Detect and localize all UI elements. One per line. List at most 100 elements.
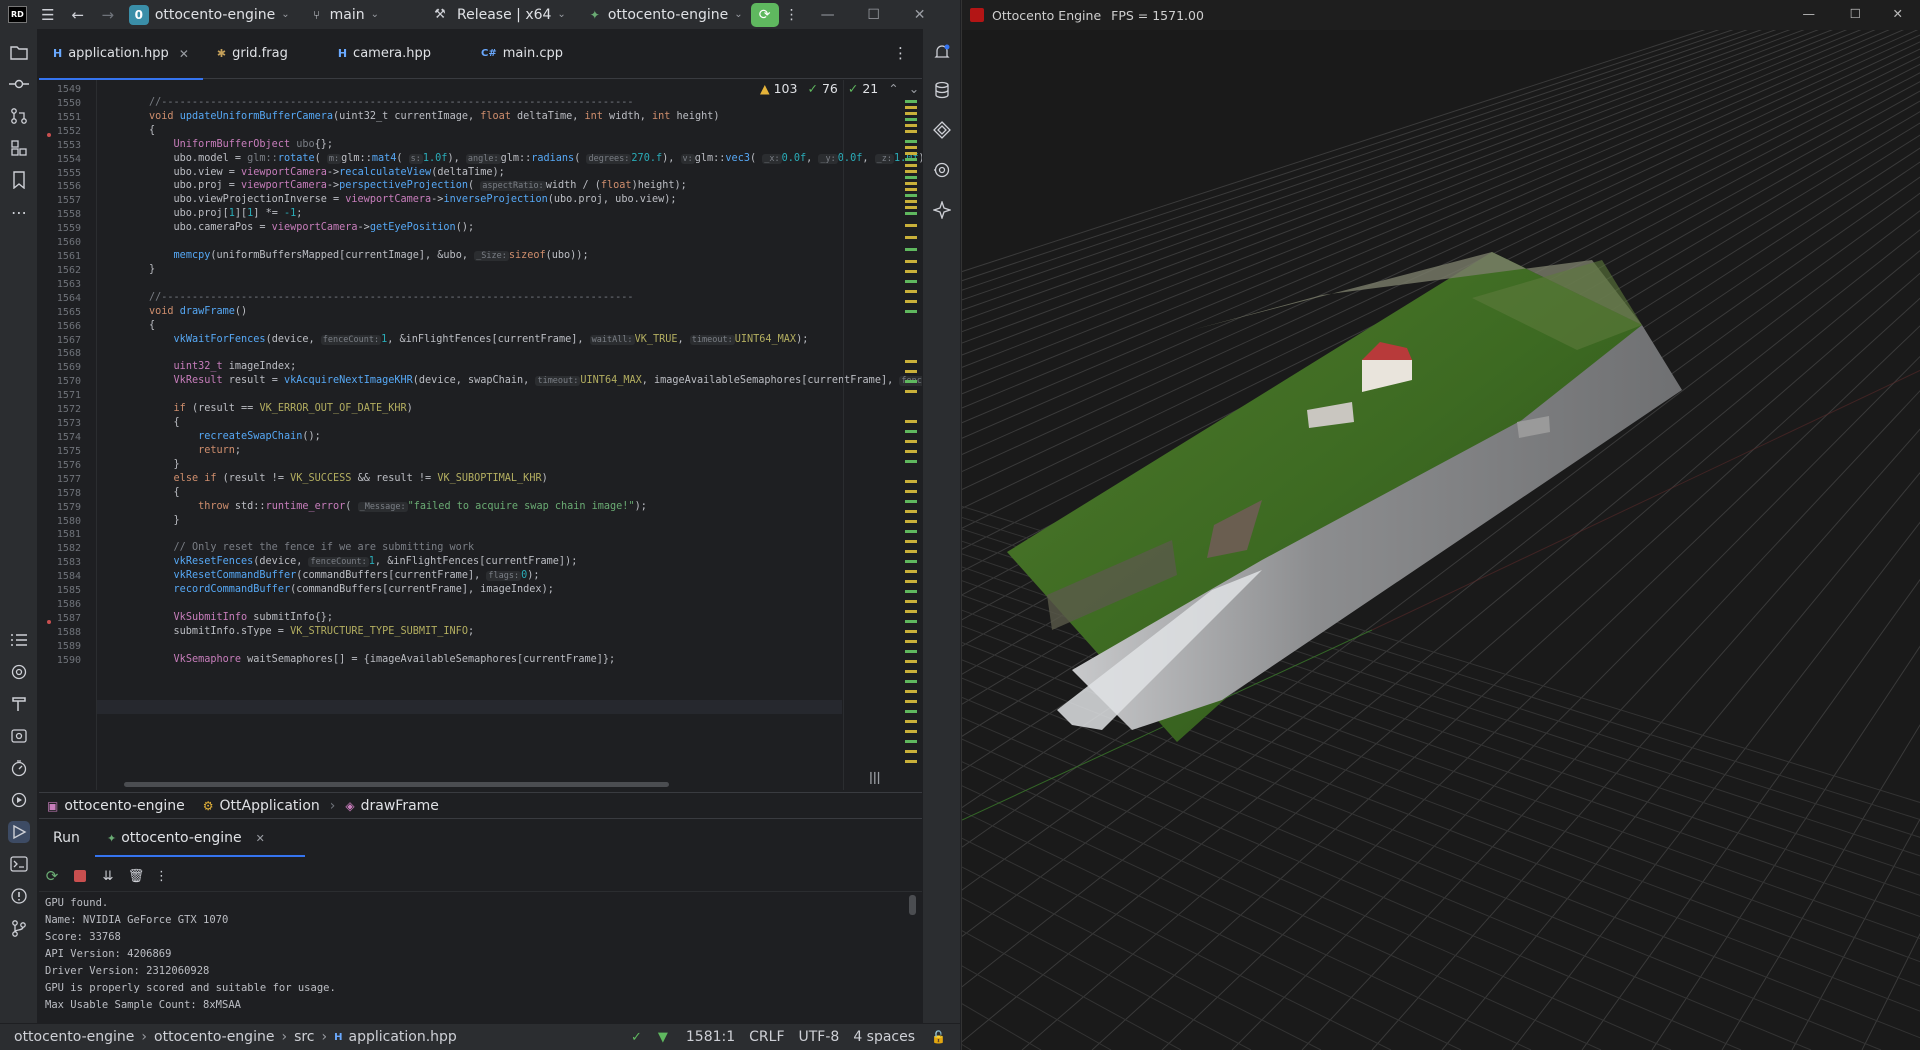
code-editor[interactable]: 1549 1550 1551 1552 1553 1554 1555 1556 1557 1558… [39, 80, 922, 790]
stripe-mark[interactable] [905, 112, 917, 115]
notifications-icon[interactable] [931, 41, 953, 63]
stripe-mark[interactable] [905, 530, 917, 533]
stripe-mark[interactable] [905, 450, 917, 453]
line-number[interactable]: 1577 [39, 474, 81, 485]
stripe-mark[interactable] [905, 460, 917, 463]
line-number[interactable]: 1583 [39, 557, 81, 568]
stripe-mark[interactable] [905, 480, 917, 483]
previous-highlight-icon[interactable]: ⌃ [888, 81, 898, 96]
problems-icon[interactable] [8, 885, 30, 907]
code-line[interactable]: void drawFrame() [149, 306, 247, 317]
code-line[interactable]: submitInfo.sType = VK_STRUCTURE_TYPE_SUB… [149, 626, 475, 637]
more-tools-icon[interactable]: ⋯ [8, 201, 30, 223]
stripe-mark[interactable] [905, 224, 917, 227]
viewer-close-button[interactable]: ✕ [1893, 6, 1903, 21]
stripe-mark[interactable] [905, 170, 917, 173]
stripe-mark[interactable] [905, 540, 917, 543]
line-number[interactable]: 1567 [39, 335, 81, 346]
stripe-mark[interactable] [905, 750, 917, 753]
line-number[interactable]: 1588 [39, 627, 81, 638]
stripe-mark[interactable] [905, 260, 917, 263]
todo-list-icon[interactable] [8, 629, 30, 651]
stripe-mark[interactable] [905, 100, 917, 103]
stripe-mark[interactable] [905, 182, 917, 185]
commit-icon[interactable] [8, 73, 30, 95]
lock-icon[interactable]: 🔓 [931, 1030, 946, 1044]
line-number[interactable]: 1585 [39, 585, 81, 596]
profiler-icon[interactable] [8, 757, 30, 779]
stripe-mark[interactable] [905, 640, 917, 643]
line-number[interactable]: 1573 [39, 418, 81, 429]
line-number[interactable]: 1572 [39, 404, 81, 415]
status-path-2[interactable]: src [294, 1029, 314, 1045]
line-number[interactable]: 1556 [39, 181, 81, 192]
project-folder-icon[interactable] [8, 41, 30, 63]
code-line[interactable]: ubo.model = glm::rotate( m: glm::mat4( s:… [149, 153, 922, 164]
scroll-to-end-icon[interactable]: ⇊ [99, 869, 117, 884]
stripe-mark[interactable] [905, 600, 917, 603]
stripe-mark[interactable] [905, 430, 917, 433]
status-path-0[interactable]: ottocento-engine [14, 1029, 134, 1045]
project-selector[interactable]: 0 ottocento-engine ⌄ [123, 0, 296, 29]
stripe-mark[interactable] [905, 124, 917, 127]
stripe-mark[interactable] [905, 730, 917, 733]
code-line[interactable]: } [149, 264, 155, 275]
stripe-mark[interactable] [905, 580, 917, 583]
stripe-mark[interactable] [905, 760, 917, 763]
code-line[interactable]: { [149, 125, 155, 136]
line-number[interactable]: 1562 [39, 265, 81, 276]
code-line[interactable]: } [149, 459, 180, 470]
code-line[interactable]: { [149, 417, 180, 428]
pull-requests-icon[interactable] [8, 105, 30, 127]
code-line[interactable]: vkWaitForFences(device, fenceCount: 1, &i… [149, 334, 808, 345]
line-number[interactable]: 1586 [39, 599, 81, 610]
code-line[interactable]: return; [149, 445, 241, 456]
viewer-maximize-button[interactable]: ☐ [1850, 6, 1861, 21]
stripe-mark[interactable] [905, 248, 917, 251]
tab-grid-frag[interactable]: ✱ grid.frag [203, 29, 302, 79]
code-line[interactable]: ubo.view = viewportCamera->recalculateVi… [149, 167, 505, 178]
stripe-mark[interactable] [905, 280, 917, 283]
minimize-button[interactable]: — [805, 0, 851, 29]
close-tab-icon[interactable]: ✕ [179, 47, 189, 61]
line-number[interactable]: 1574 [39, 432, 81, 443]
stripe-mark[interactable] [905, 560, 917, 563]
line-number[interactable]: 1553 [39, 140, 81, 151]
next-highlight-icon[interactable]: ⌄ [909, 81, 919, 96]
build-hammer-icon[interactable] [8, 693, 30, 715]
line-number[interactable]: 1557 [39, 195, 81, 206]
code-line[interactable]: ubo.proj[1][1] *= -1; [149, 208, 303, 219]
services-icon[interactable] [8, 661, 30, 683]
stripe-mark[interactable] [905, 630, 917, 633]
line-number[interactable]: 1551 [39, 112, 81, 123]
tab-main-cpp[interactable]: C# main.cpp [467, 29, 577, 79]
code-line[interactable]: UniformBufferObject ubo{}; [149, 139, 334, 150]
code-line[interactable]: { [149, 487, 180, 498]
stripe-mark[interactable] [905, 146, 917, 149]
code-line[interactable]: VkResult result = vkAcquireNextImageKHR(… [149, 375, 922, 387]
rerun-icon[interactable]: ⟳ [43, 867, 61, 885]
unit-tests-icon[interactable] [8, 725, 30, 747]
line-number[interactable]: 1558 [39, 209, 81, 220]
rerun-button[interactable]: ⟳ [750, 2, 779, 27]
line-number[interactable]: 1584 [39, 571, 81, 582]
code-line[interactable]: memcpy(uniformBuffersMapped[currentImage… [149, 250, 589, 262]
terminal-icon[interactable] [8, 853, 30, 875]
stripe-mark[interactable] [905, 130, 917, 133]
stripe-mark[interactable] [905, 740, 917, 743]
breakpoint-marker[interactable] [47, 133, 51, 137]
stripe-mark[interactable] [905, 550, 917, 553]
stripe-mark[interactable] [905, 510, 917, 513]
line-number[interactable]: 1578 [39, 488, 81, 499]
error-stripe[interactable] [905, 100, 917, 790]
stripe-mark[interactable] [905, 106, 917, 109]
run-tool-icon[interactable] [8, 821, 30, 843]
code-line[interactable]: vkResetFences(device, fenceCount: 1, &inF… [149, 556, 577, 568]
breadcrumb-class[interactable]: OttApplication [220, 798, 320, 814]
caret-position[interactable]: 1581:1 [686, 1029, 735, 1045]
line-number[interactable]: 1550 [39, 98, 81, 109]
scene-3d-viewport[interactable] [962, 30, 1920, 1050]
stripe-mark[interactable] [905, 650, 917, 653]
stripe-mark[interactable] [905, 188, 917, 191]
more-actions-button[interactable]: ⋮ [779, 0, 805, 29]
